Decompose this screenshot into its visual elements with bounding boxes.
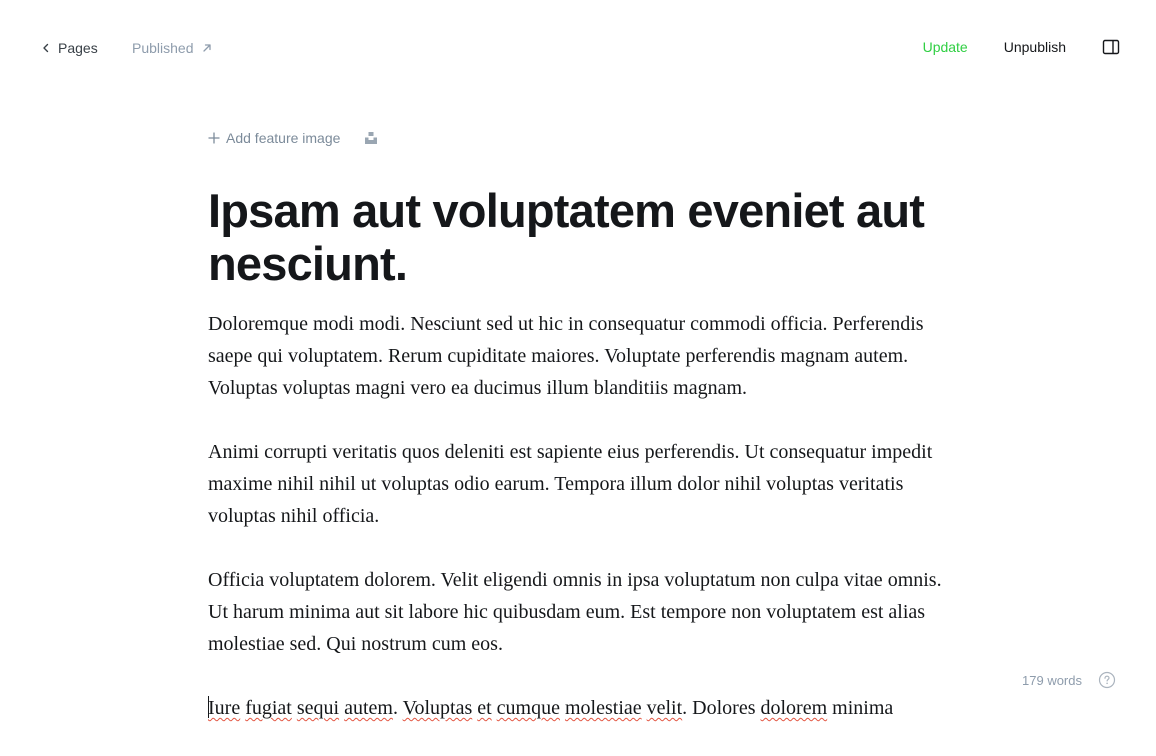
post-body[interactable]: Doloremque modi modi. Nesciunt sed ut hi… [208,308,948,724]
word-count: 179 words [1022,672,1082,688]
misspelled-word: autem [344,697,393,719]
help-circle-icon[interactable] [1098,671,1116,689]
misspelled-word: cumque [496,697,560,719]
plus-icon [208,132,226,144]
post-editor: Add feature image Ipsam aut voluptatem e… [208,120,948,756]
misspelled-word: Iure [208,697,241,719]
misspelled-word: fugiat [245,697,292,719]
misspelled-word: Voluptas [402,697,473,719]
header-actions: Update Unpublish [923,36,1120,58]
unsplash-icon[interactable] [364,131,378,145]
misspelled-word: sequi [296,697,340,719]
back-label: Pages [58,40,98,56]
misspelled-word: dolorem [760,697,828,719]
post-title[interactable]: Ipsam aut voluptatem eveniet aut nesciun… [208,184,948,290]
word-count-area: 179 words [1022,670,1116,690]
post-status-link[interactable]: Published [132,38,213,58]
misspelled-word: velit [646,697,683,719]
editor-header: Pages Published Update Unpublish [0,0,1156,94]
feature-image-row: Add feature image [208,120,948,156]
misspelled-word: et [477,697,492,719]
text-run: . [392,697,403,719]
sidebar-toggle-icon[interactable] [1102,39,1120,55]
body-paragraph-active: Iure fugiat sequi autem. Voluptas et cum… [208,692,948,724]
body-paragraph: Officia voluptatem dolorem. Velit eligen… [208,569,942,655]
arrow-up-right-icon [194,42,213,54]
back-to-pages-link[interactable]: Pages [40,38,98,58]
unpublish-button[interactable]: Unpublish [1004,39,1066,55]
body-paragraph: Doloremque modi modi. Nesciunt sed ut hi… [208,313,924,399]
chevron-left-icon [40,42,58,54]
paragraph-text: Iure fugiat sequi autem. Voluptas et cum… [208,697,893,719]
post-status-label: Published [132,40,194,56]
misspelled-word: molestiae [564,697,642,719]
add-feature-image-label: Add feature image [226,130,341,146]
add-feature-image-button[interactable]: Add feature image [208,130,340,146]
body-paragraph: Animi corrupti veritatis quos deleniti e… [208,441,933,527]
text-run: minima [827,697,894,719]
text-run: . Dolores [682,697,761,719]
update-button[interactable]: Update [923,39,968,55]
